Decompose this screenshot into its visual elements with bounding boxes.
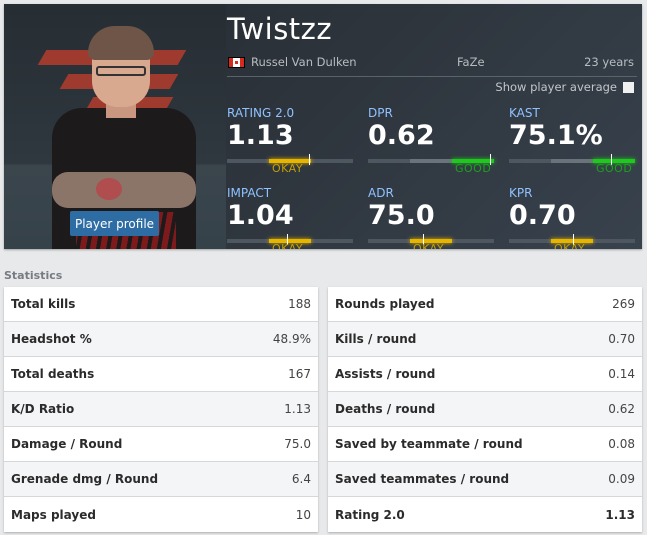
statistics-table-right: Rounds played 269 Kills / round 0.70 Assists… <box>328 287 642 532</box>
summary-stat-label: KAST <box>509 106 540 120</box>
player-profile-button[interactable]: Player profile <box>70 211 159 236</box>
canada-flag-icon <box>228 57 245 68</box>
stat-row: Rounds played 269 <box>328 287 642 322</box>
player-arms <box>52 172 196 208</box>
summary-stat-value: 0.62 <box>368 120 435 151</box>
stat-row: Deaths / round 0.62 <box>328 392 642 427</box>
stat-label: Rating 2.0 <box>335 507 405 522</box>
stat-value: 48.9% <box>272 332 311 346</box>
show-average-label: Show player average <box>495 80 617 94</box>
gauge-segment <box>551 159 593 163</box>
summary-stat: RATING 2.0 1.13 OKAY <box>227 106 353 175</box>
summary-stat-value: 0.70 <box>509 200 576 231</box>
stat-label: Total kills <box>11 297 76 311</box>
summary-stat: IMPACT 1.04 OKAY <box>227 186 353 249</box>
stat-row: Saved by teammate / round 0.08 <box>328 427 642 462</box>
summary-stat-value: 1.13 <box>227 120 294 151</box>
stat-row: Kills / round 0.70 <box>328 322 642 357</box>
summary-stat: KPR 0.70 OKAY <box>509 186 635 249</box>
show-average-toggle[interactable]: Show player average <box>495 79 634 95</box>
player-real-name: Russel Van Dulken <box>251 55 357 69</box>
stat-value: 0.08 <box>608 437 635 451</box>
stat-label: Kills / round <box>335 332 417 346</box>
player-summary-card: Player profile Twistzz Russel Van Dulken… <box>4 4 642 249</box>
stat-row: Total kills 188 <box>4 287 318 322</box>
stat-value: 0.62 <box>608 402 635 416</box>
player-glasses <box>96 66 146 76</box>
gauge-rating-text: GOOD <box>455 162 492 175</box>
stat-value: 6.4 <box>291 472 311 486</box>
divider <box>227 76 637 77</box>
stat-label: Assists / round <box>335 367 436 381</box>
summary-stat-label: IMPACT <box>227 186 272 200</box>
gauge-segment <box>410 159 452 163</box>
player-age: 23 years <box>584 55 634 69</box>
player-subline: Russel Van Dulken FaZe 23 years <box>227 54 637 72</box>
stat-label: Deaths / round <box>335 402 436 416</box>
summary-stat: DPR 0.62 GOOD <box>368 106 494 175</box>
player-hair <box>88 26 154 60</box>
stat-value: 75.0 <box>284 437 311 451</box>
stat-row: Headshot % 48.9% <box>4 322 318 357</box>
gauge-rating-text: OKAY <box>413 242 445 249</box>
gauge-rating-text: GOOD <box>596 162 633 175</box>
player-team[interactable]: FaZe <box>457 55 485 69</box>
stat-label: Maps played <box>11 507 96 522</box>
stat-value: 0.14 <box>608 367 635 381</box>
stat-row: Assists / round 0.14 <box>328 357 642 392</box>
stat-value: 1.13 <box>284 402 311 416</box>
stat-label: K/D Ratio <box>11 402 75 416</box>
summary-stat-label: RATING 2.0 <box>227 106 295 120</box>
stat-value: 1.13 <box>605 507 635 522</box>
summary-stat-value: 75.1% <box>509 120 603 151</box>
stat-value: 188 <box>288 297 311 311</box>
summary-stat: ADR 75.0 OKAY <box>368 186 494 249</box>
stat-label: Grenade dmg / Round <box>11 472 159 486</box>
stat-label: Total deaths <box>11 367 95 381</box>
statistics-table-left: Total kills 188 Headshot % 48.9% Total death… <box>4 287 318 532</box>
stat-label: Damage / Round <box>11 437 123 451</box>
stat-value: 10 <box>295 507 311 522</box>
stat-row: K/D Ratio 1.13 <box>4 392 318 427</box>
summary-stat-value: 75.0 <box>368 200 435 231</box>
statistics-title: Statistics <box>4 269 63 282</box>
gauge-rating-text: OKAY <box>554 242 586 249</box>
stat-value: 167 <box>288 367 311 381</box>
stat-label: Headshot % <box>11 332 92 346</box>
show-average-checkbox[interactable] <box>623 81 634 93</box>
player-info: Twistzz Russel Van Dulken FaZe 23 years … <box>227 4 637 249</box>
stat-row: Total deaths 167 <box>4 357 318 392</box>
stat-value: 269 <box>612 297 635 311</box>
stat-label: Rounds played <box>335 297 435 311</box>
summary-stat-label: DPR <box>368 106 393 120</box>
summary-stat-label: ADR <box>368 186 394 200</box>
gauge-rating-text: OKAY <box>272 242 304 249</box>
gauge-marker <box>309 154 310 165</box>
stat-row: Saved teammates / round 0.09 <box>328 462 642 497</box>
stat-row: Maps played 10 <box>4 497 318 532</box>
summary-stat-value: 1.04 <box>227 200 294 231</box>
gauge-rating-text: OKAY <box>272 162 304 175</box>
stat-value: 0.70 <box>608 332 635 346</box>
stat-row: Grenade dmg / Round 6.4 <box>4 462 318 497</box>
stat-label: Saved by teammate / round <box>335 437 523 451</box>
stat-label: Saved teammates / round <box>335 472 510 486</box>
stat-row: Damage / Round 75.0 <box>4 427 318 462</box>
stat-row: Rating 2.0 1.13 <box>328 497 642 532</box>
summary-stat: KAST 75.1% GOOD <box>509 106 635 175</box>
player-nickname: Twistzz <box>227 12 333 46</box>
summary-stat-label: KPR <box>509 186 533 200</box>
stat-value: 0.09 <box>608 472 635 486</box>
player-tattoo <box>96 178 122 200</box>
player-photo: Player profile <box>4 4 226 249</box>
